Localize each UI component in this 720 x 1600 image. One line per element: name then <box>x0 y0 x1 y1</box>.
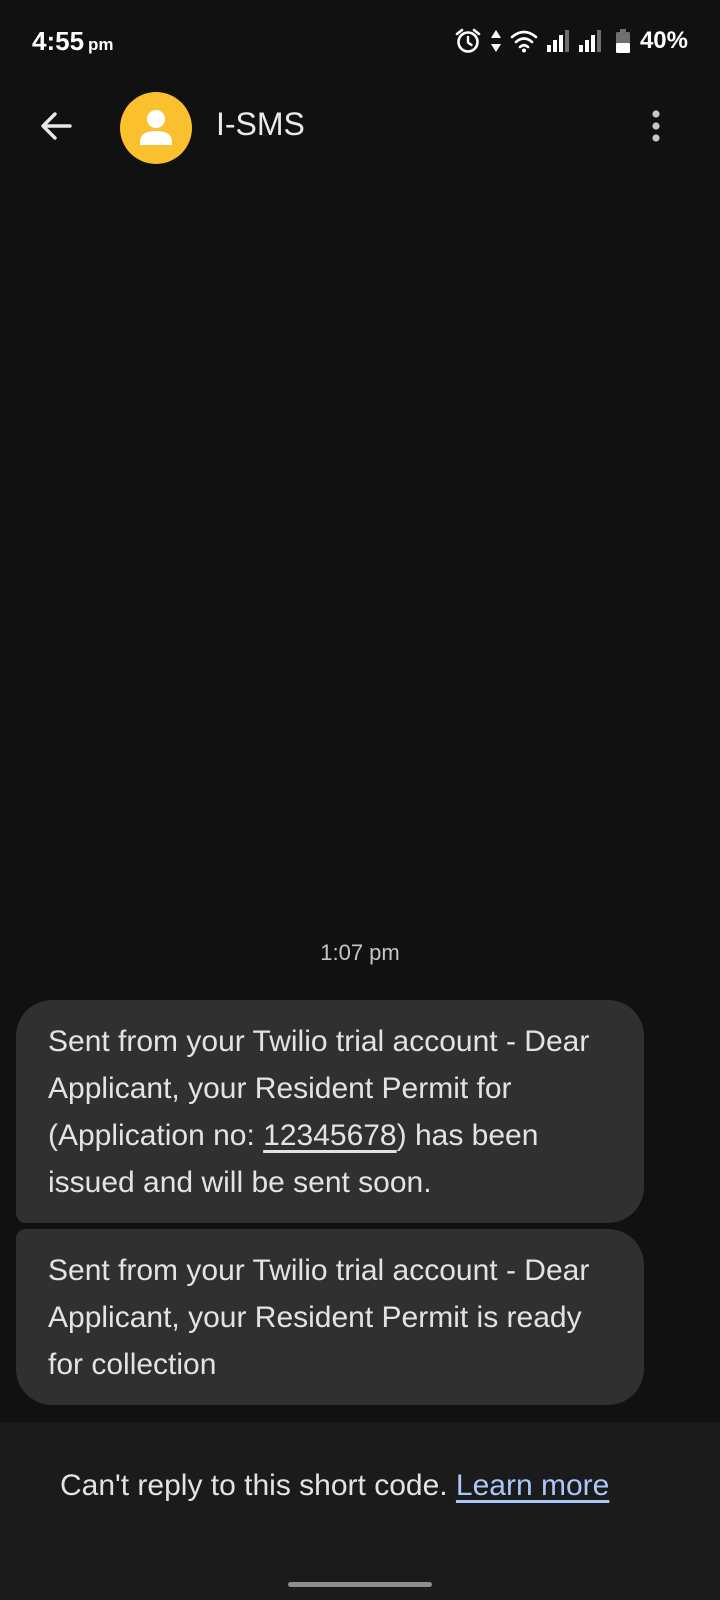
battery-percent: 40% <box>639 27 688 54</box>
contact-name[interactable]: I-SMS <box>216 106 305 143</box>
message-bubble[interactable]: Sent from your Twilio trial account - De… <box>16 1229 644 1405</box>
status-icons: 40% <box>454 24 688 58</box>
avatar[interactable] <box>120 92 192 164</box>
status-time-value: 4:55 <box>32 26 85 56</box>
alarm-icon <box>454 27 482 55</box>
signal-icon <box>546 29 570 53</box>
short-code-notice: Can't reply to this short code. Learn mo… <box>60 1462 660 1510</box>
back-button[interactable] <box>32 104 80 152</box>
arrow-back-icon <box>38 108 74 149</box>
message-bubble[interactable]: Sent from your Twilio trial account - De… <box>16 1000 644 1223</box>
data-arrows-icon <box>490 28 502 54</box>
learn-more-link[interactable]: Learn more <box>456 1469 609 1502</box>
app-bar: I-SMS <box>0 84 720 172</box>
application-number-link[interactable]: 12345678 <box>263 1119 396 1152</box>
message-text: Sent from your Twilio trial account - De… <box>48 1254 590 1381</box>
person-icon <box>120 110 192 164</box>
reply-disabled-footer: Can't reply to this short code. Learn mo… <box>0 1422 720 1600</box>
more-vert-icon <box>650 108 662 149</box>
wifi-icon <box>510 29 538 53</box>
battery-icon <box>615 29 630 53</box>
signal-icon <box>578 29 602 53</box>
short-code-notice-text: Can't reply to this short code. <box>60 1469 456 1502</box>
status-bar: 4:55 pm 40% <box>0 0 720 84</box>
status-time-ampm: pm <box>88 35 114 54</box>
gesture-nav-handle[interactable] <box>288 1582 432 1587</box>
status-time: 4:55 pm <box>32 26 114 57</box>
more-options-button[interactable] <box>632 104 680 152</box>
message-timestamp: 1:07 pm <box>320 940 400 965</box>
